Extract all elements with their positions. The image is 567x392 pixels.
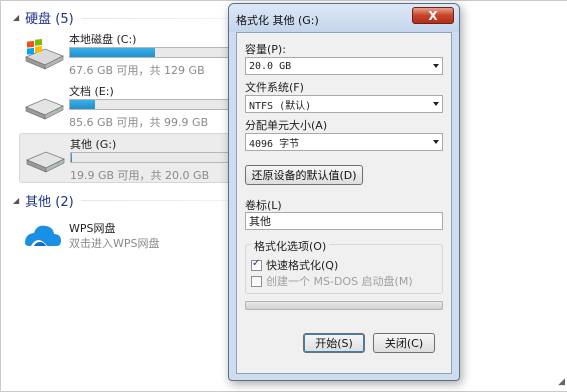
msdos-option: 创建一个 MS-DOS 启动盘(M): [251, 273, 413, 289]
drive-name: 本地磁盘 (C:): [69, 33, 137, 46]
filesystem-value: NTFS (默认): [249, 100, 312, 112]
close-button[interactable]: 关闭(C): [373, 333, 435, 353]
group-hard-disks[interactable]: ◢ 硬盘 (5): [13, 8, 74, 27]
group-other[interactable]: ◢ 其他 (2): [13, 191, 74, 210]
quick-format-label: 快速格式化(Q): [266, 259, 339, 272]
quick-format-checkbox[interactable]: [251, 258, 262, 271]
dialog-title: 格式化 其他 (G:): [236, 14, 319, 27]
msdos-checkbox: [251, 275, 262, 287]
collapse-triangle-icon[interactable]: ◢: [13, 13, 19, 22]
format-progress-bar: [245, 301, 443, 310]
hard-drive-icon: [24, 98, 64, 120]
msdos-label: 创建一个 MS-DOS 启动盘(M): [266, 275, 413, 288]
drive-usage-bar: [69, 99, 249, 110]
group-divider: [81, 200, 231, 201]
filesystem-label: 文件系统(F): [245, 81, 304, 94]
collapse-triangle-icon[interactable]: ◢: [13, 196, 19, 205]
close-icon[interactable]: X: [412, 7, 454, 24]
quick-format-option[interactable]: 快速格式化(Q): [251, 257, 338, 273]
format-dialog: 格式化 其他 (G:) X 容量(P): 20.0 GB 文件系统(F) NTF…: [228, 3, 460, 381]
volume-value: 其他: [249, 215, 271, 228]
allocation-value: 4096 字节: [249, 138, 300, 150]
volume-input[interactable]: 其他: [245, 212, 443, 230]
drive-info: 19.9 GB 可用，共 20.0 GB: [70, 169, 210, 182]
drive-c[interactable]: 本地磁盘 (C:) 67.6 GB 可用，共 129 GB: [19, 29, 249, 79]
cloud-name: WPS网盘: [69, 222, 116, 235]
drive-usage-bar: [70, 152, 250, 163]
windows-drive-icon: [24, 39, 64, 70]
chevron-down-icon: [433, 140, 439, 144]
drive-info: 85.6 GB 可用，共 99.9 GB: [69, 116, 209, 129]
resize-grip-icon[interactable]: ◢: [558, 377, 565, 387]
wps-cloud-icon: [25, 225, 61, 246]
drive-usage-fill: [70, 100, 96, 109]
group-divider: [81, 18, 231, 19]
start-button[interactable]: 开始(S): [303, 333, 365, 353]
drive-usage-fill: [70, 48, 155, 57]
format-options-label: 格式化选项(O): [251, 238, 330, 254]
filesystem-select[interactable]: NTFS (默认): [245, 95, 443, 113]
volume-label: 卷标(L): [245, 199, 282, 212]
cloud-description: 双击进入WPS网盘: [69, 237, 160, 250]
allocation-select[interactable]: 4096 字节: [245, 133, 443, 151]
capacity-select[interactable]: 20.0 GB: [245, 57, 443, 75]
drive-name: 其他 (G:): [70, 138, 117, 151]
drive-g[interactable]: 其他 (G:) 19.9 GB 可用，共 20.0 GB: [19, 133, 250, 183]
wps-cloud-item[interactable]: WPS网盘 双击进入WPS网盘: [23, 219, 223, 259]
drive-name: 文档 (E:): [69, 85, 114, 98]
restore-defaults-button[interactable]: 还原设备的默认值(D): [245, 165, 363, 185]
hard-drive-icon: [25, 151, 65, 173]
drive-e[interactable]: 文档 (E:) 85.6 GB 可用，共 99.9 GB: [19, 81, 249, 131]
dialog-client: 容量(P): 20.0 GB 文件系统(F) NTFS (默认) 分配单元大小(…: [236, 32, 452, 374]
chevron-down-icon: [433, 64, 439, 68]
capacity-label: 容量(P):: [245, 43, 286, 56]
capacity-value: 20.0 GB: [249, 60, 292, 72]
chevron-down-icon: [433, 102, 439, 106]
allocation-label: 分配单元大小(A): [245, 119, 328, 132]
group-other-label: 其他 (2): [25, 194, 74, 210]
drive-usage-fill: [71, 153, 72, 162]
dialog-titlebar[interactable]: 格式化 其他 (G:) X: [229, 4, 459, 32]
group-hard-disks-label: 硬盘 (5): [25, 11, 74, 27]
drive-info: 67.6 GB 可用，共 129 GB: [69, 64, 205, 77]
drive-usage-bar: [69, 47, 249, 58]
